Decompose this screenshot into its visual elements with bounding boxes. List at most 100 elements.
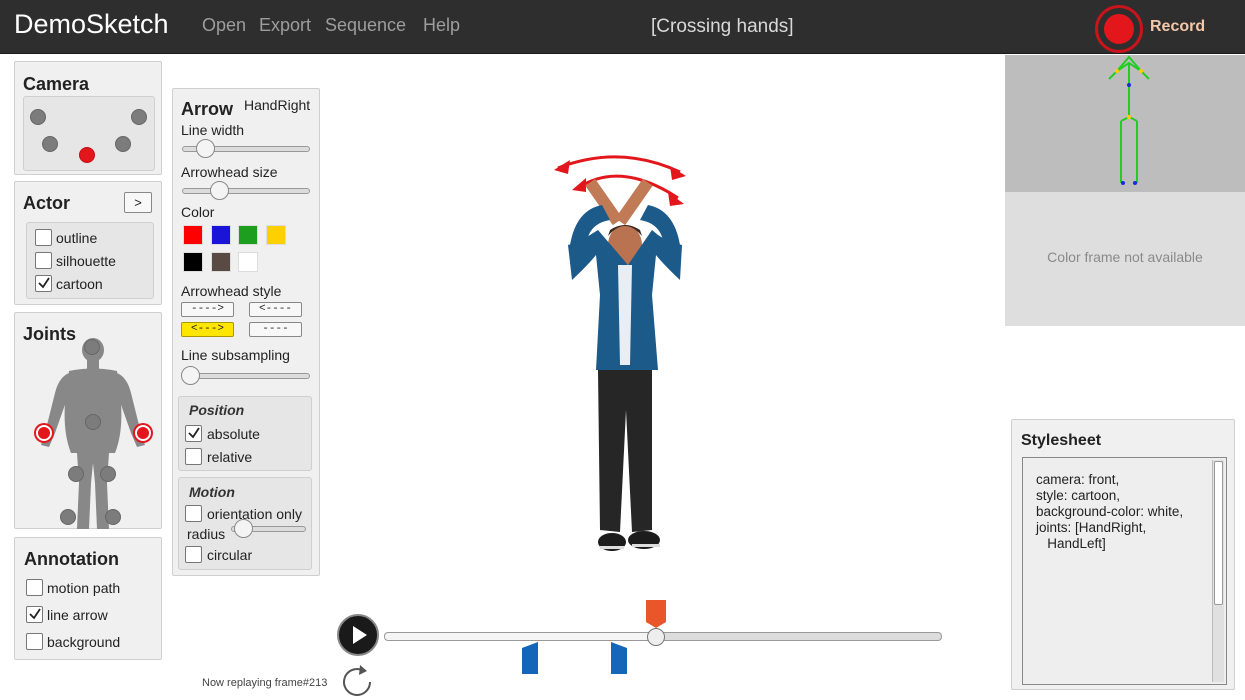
scrollbar-thumb[interactable] [1214,461,1223,605]
camera-front-selected[interactable] [79,147,95,163]
camera-right-back[interactable] [131,109,147,125]
motion-title: Motion [189,484,235,500]
orientation-only-label: orientation only [207,506,302,522]
record-button[interactable] [1095,5,1143,53]
camera-right-front[interactable] [115,136,131,152]
check-icon [188,427,200,439]
camera-selector [23,96,155,171]
actor-viewport [554,155,686,551]
line-arrow [557,155,681,200]
color-frame-unavailable: Color frame not available [1047,249,1203,265]
motion-path-checkbox[interactable] [26,579,43,596]
color-swatch-red[interactable] [183,225,203,245]
document-title: [Crossing hands] [651,16,794,37]
timeline-knob[interactable] [647,628,665,646]
silhouette-checkbox[interactable] [35,252,52,269]
timeline-progress [385,633,658,640]
joint-hand-right-selected[interactable] [36,425,52,441]
style-both-button[interactable]: <---> [181,322,234,337]
joint-head[interactable] [84,339,100,355]
absolute-checkbox[interactable] [185,425,202,442]
range-start-icon [522,642,538,674]
style-none-button[interactable]: ---- [249,322,302,337]
play-icon [353,626,367,644]
arrowhead-size-track[interactable] [182,188,310,194]
range-end-icon [611,642,627,674]
color-frame-panel: Color frame not available [1005,192,1245,326]
background-label: background [47,634,121,650]
play-button[interactable] [337,614,379,656]
arrow-target: HandRight [244,97,311,113]
style-forward-button[interactable]: ----> [181,302,234,317]
line-width-label: Line width [181,122,245,138]
menu-open[interactable]: Open [202,15,246,36]
replay-status: Now replaying frame#213 [202,677,328,689]
actor-next-button[interactable]: > [124,192,152,213]
cartoon-label: cartoon [56,276,103,292]
joint-knee-left[interactable] [100,466,116,482]
check-icon [38,277,50,289]
color-swatch-black[interactable] [183,252,203,272]
stylesheet-line: HandLeft] [1036,536,1106,551]
record-label[interactable]: Record [1150,18,1205,36]
cartoon-checkbox[interactable] [35,275,52,292]
stylesheet-editor[interactable]: camera: front, style: cartoon, background-… [1022,457,1227,685]
color-swatch-yellow[interactable] [266,225,286,245]
subsampling-label: Line subsampling [181,347,290,363]
joint-foot-right[interactable] [60,509,76,525]
arrowhead-size-label: Arrowhead size [181,164,278,180]
color-swatch-green[interactable] [238,225,258,245]
check-icon [29,608,41,620]
annotation-panel: Annotation motion path line arrow backgr… [14,537,162,660]
orientation-only-checkbox[interactable] [185,505,202,522]
stylesheet-line: camera: front, [1036,472,1120,487]
replay-icon[interactable] [340,664,376,700]
joints-panel: Joints [14,312,162,529]
line-arrow-checkbox[interactable] [26,606,43,623]
stylesheet-title: Stylesheet [1021,432,1102,449]
outline-checkbox[interactable] [35,229,52,246]
playhead-marker[interactable] [646,600,666,628]
motion-path-label: motion path [47,580,121,596]
outline-label: outline [56,230,98,246]
range-end-marker[interactable] [611,642,627,674]
color-swatch-brown[interactable] [211,252,231,272]
circular-label: circular [207,547,253,563]
menu-help[interactable]: Help [423,15,460,36]
camera-left-back[interactable] [30,109,46,125]
stylesheet-panel: Stylesheet camera: front, style: cartoon,… [1011,419,1235,690]
circular-checkbox[interactable] [185,546,202,563]
top-bar: DemoSketch Open Export Sequence Help [Cr… [0,0,1245,54]
joint-foot-left[interactable] [105,509,121,525]
style-backward-button[interactable]: <---- [249,302,302,317]
line-arrow-label: line arrow [47,607,108,623]
joint-hand-left-selected[interactable] [135,425,151,441]
subsampling-slider[interactable] [181,366,200,385]
range-start-marker[interactable] [522,642,538,674]
stylesheet-text: camera: front, style: cartoon, background-… [1036,472,1183,552]
arrow-title: Arrow [181,99,234,119]
background-checkbox[interactable] [26,633,43,650]
arrowhead-size-slider[interactable] [210,181,229,200]
stylesheet-line: joints: [HandRight, [1036,520,1147,535]
skeleton-figure [1108,55,1150,185]
color-swatch-white[interactable] [238,252,258,272]
subsampling-track[interactable] [182,373,310,379]
stylesheet-scrollbar[interactable] [1212,460,1224,682]
relative-label: relative [207,449,253,465]
arrow-panel: Arrow HandRight Line width Arrowhead siz… [172,88,320,576]
relative-checkbox[interactable] [185,448,202,465]
joint-knee-right[interactable] [68,466,84,482]
skeleton-preview [1005,55,1245,192]
color-swatch-blue[interactable] [211,225,231,245]
camera-left-front[interactable] [42,136,58,152]
joint-spine[interactable] [85,414,101,430]
menu-export[interactable]: Export [259,15,311,36]
silhouette-label: silhouette [56,253,116,269]
actor-title: Actor [23,193,71,213]
annotation-title: Annotation [24,549,119,569]
line-width-slider[interactable] [196,139,215,158]
radius-slider[interactable] [234,519,253,538]
camera-title: Camera [23,74,90,94]
menu-sequence[interactable]: Sequence [325,15,406,36]
